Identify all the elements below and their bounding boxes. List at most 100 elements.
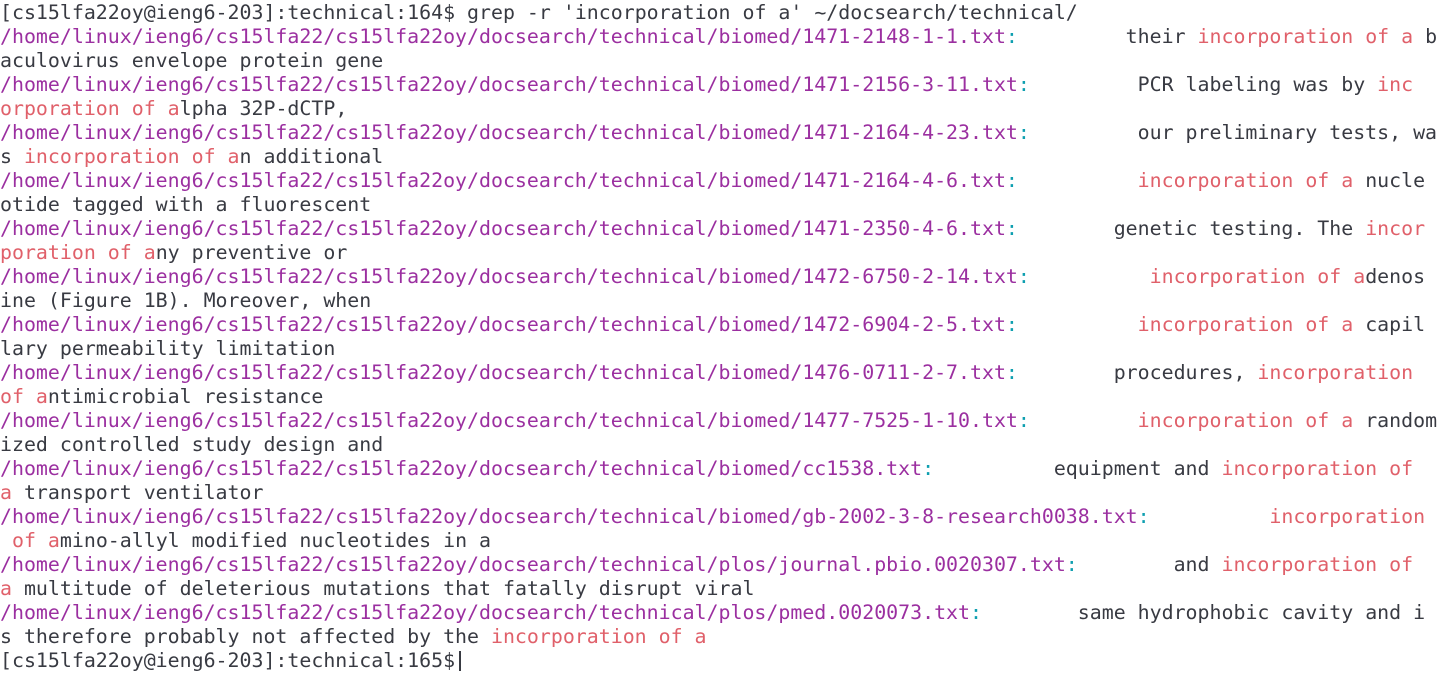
- path-separator: :: [1005, 313, 1018, 336]
- match-context-text: mino-allyl modified nucleotides in a: [59, 529, 491, 552]
- match-context-text: [1413, 457, 1425, 480]
- match-file-path: /home/linux/ieng6/cs15lfa22/cs15lfa22oy/…: [0, 505, 1138, 528]
- path-separator: :: [1005, 361, 1018, 384]
- match-context-text: ny preventive or: [155, 241, 348, 264]
- match-highlight: poration of a: [0, 241, 156, 264]
- match-highlight: incorporation: [1269, 505, 1426, 528]
- path-separator: :: [1017, 409, 1030, 432]
- match-context-text: multitude of deleterious mutations that …: [11, 577, 755, 600]
- match-highlight: incor: [1365, 217, 1426, 240]
- match-context-text: and: [1077, 553, 1222, 576]
- path-separator: :: [1137, 505, 1150, 528]
- match-highlight: incorporation of a: [1137, 169, 1354, 192]
- match-context-text: procedures,: [1017, 361, 1258, 384]
- match-highlight: incorporation of: [1221, 457, 1414, 480]
- match-highlight: incorporation of a: [1149, 265, 1366, 288]
- match-context-text: capil: [1353, 313, 1426, 336]
- match-context-text: lary permeability limitation: [0, 337, 336, 360]
- grep-results: /home/linux/ieng6/cs15lfa22/cs15lfa22oy/…: [0, 25, 1437, 649]
- match-context-text: [1030, 409, 1138, 432]
- match-context-text: s: [0, 145, 24, 168]
- match-highlight: incorporation of a: [1137, 313, 1354, 336]
- match-context-text: [1413, 361, 1425, 384]
- result-line-wrap: lary permeability limitation: [0, 337, 1437, 361]
- match-highlight: orporation of a: [0, 97, 180, 120]
- grep-command: grep -r 'incorporation of a' ~/docsearch…: [467, 1, 1078, 24]
- path-separator: :: [1005, 217, 1018, 240]
- match-file-path: /home/linux/ieng6/cs15lfa22/cs15lfa22oy/…: [0, 601, 970, 624]
- path-separator: :: [1065, 553, 1078, 576]
- match-context-text: otide tagged with a fluorescent: [0, 193, 372, 216]
- match-context-text: aculovirus envelope protein gene: [0, 49, 384, 72]
- path-separator: :: [1017, 121, 1030, 144]
- match-context-text: [1018, 169, 1138, 192]
- match-highlight: incorporation of a: [490, 625, 707, 648]
- shell-prompt: [cs15lfa22oy@ieng6-203]:technical:165$: [0, 649, 456, 672]
- match-highlight: inc: [1377, 73, 1414, 96]
- match-file-path: /home/linux/ieng6/cs15lfa22/cs15lfa22oy/…: [0, 265, 1018, 288]
- match-context-text: [1150, 505, 1270, 528]
- result-line-wrap: of amino-allyl modified nucleotides in a: [0, 529, 1437, 553]
- result-line: /home/linux/ieng6/cs15lfa22/cs15lfa22oy/…: [0, 313, 1437, 337]
- match-file-path: /home/linux/ieng6/cs15lfa22/cs15lfa22oy/…: [0, 553, 1066, 576]
- match-context-text: [1413, 553, 1425, 576]
- result-line-wrap: poration of any preventive or: [0, 241, 1437, 265]
- result-line: /home/linux/ieng6/cs15lfa22/cs15lfa22oy/…: [0, 73, 1437, 97]
- result-line-wrap: s incorporation of an additional: [0, 145, 1437, 169]
- path-separator: :: [970, 601, 982, 624]
- match-highlight: incorporation of a: [1197, 25, 1414, 48]
- match-context-text: equipment and: [934, 457, 1222, 480]
- match-file-path: /home/linux/ieng6/cs15lfa22/cs15lfa22oy/…: [0, 25, 1006, 48]
- text-cursor: [459, 651, 462, 671]
- result-line: /home/linux/ieng6/cs15lfa22/cs15lfa22oy/…: [0, 265, 1437, 289]
- match-context-text: ntimicrobial resistance: [47, 385, 324, 408]
- match-context-text: b: [1413, 25, 1437, 48]
- shell-prompt: [cs15lfa22oy@ieng6-203]:technical:164$: [0, 1, 468, 24]
- result-line: /home/linux/ieng6/cs15lfa22/cs15lfa22oy/…: [0, 25, 1437, 49]
- match-context-text: [1018, 313, 1138, 336]
- match-file-path: /home/linux/ieng6/cs15lfa22/cs15lfa22oy/…: [0, 121, 1018, 144]
- match-file-path: /home/linux/ieng6/cs15lfa22/cs15lfa22oy/…: [0, 169, 1006, 192]
- match-file-path: /home/linux/ieng6/cs15lfa22/cs15lfa22oy/…: [0, 361, 1006, 384]
- match-highlight: of a: [0, 385, 48, 408]
- result-line: /home/linux/ieng6/cs15lfa22/cs15lfa22oy/…: [0, 217, 1437, 241]
- path-separator: :: [1005, 169, 1018, 192]
- match-file-path: /home/linux/ieng6/cs15lfa22/cs15lfa22oy/…: [0, 457, 923, 480]
- result-line-wrap: otide tagged with a fluorescent: [0, 193, 1437, 217]
- match-highlight: a: [0, 481, 12, 504]
- terminal-window[interactable]: [cs15lfa22oy@ieng6-203]:technical:164$ g…: [0, 0, 1437, 681]
- match-highlight: incorporation of a: [1137, 409, 1354, 432]
- match-highlight: incorporation of: [1221, 553, 1414, 576]
- path-separator: :: [922, 457, 935, 480]
- match-file-path: /home/linux/ieng6/cs15lfa22/cs15lfa22oy/…: [0, 73, 1018, 96]
- final-prompt-line[interactable]: [cs15lfa22oy@ieng6-203]:technical:165$: [0, 649, 1437, 673]
- match-file-path: /home/linux/ieng6/cs15lfa22/cs15lfa22oy/…: [0, 313, 1006, 336]
- match-context-text: random: [1353, 409, 1437, 432]
- match-context-text: genetic testing. The: [1017, 217, 1366, 240]
- result-line: /home/linux/ieng6/cs15lfa22/cs15lfa22oy/…: [0, 361, 1437, 385]
- match-context-text: lpha 32P-dCTP,: [179, 97, 348, 120]
- match-highlight: incorporation of a: [23, 145, 240, 168]
- match-context-text: ine (Figure 1B). Moreover, when: [0, 289, 372, 312]
- match-context-text: transport ventilator: [11, 481, 264, 504]
- result-line-wrap: a multitude of deleterious mutations tha…: [0, 577, 1437, 601]
- result-line-wrap: ine (Figure 1B). Moreover, when: [0, 289, 1437, 313]
- result-line-wrap: a transport ventilator: [0, 481, 1437, 505]
- result-line-wrap: s therefore probably not affected by the…: [0, 625, 1437, 649]
- match-highlight: of a: [11, 529, 60, 552]
- match-context-text: [1030, 265, 1150, 288]
- path-separator: :: [1017, 73, 1030, 96]
- match-context-text: n additional: [239, 145, 384, 168]
- result-line: /home/linux/ieng6/cs15lfa22/cs15lfa22oy/…: [0, 553, 1437, 577]
- result-line: /home/linux/ieng6/cs15lfa22/cs15lfa22oy/…: [0, 169, 1437, 193]
- match-context-text: their: [1017, 25, 1198, 48]
- match-context-text: our preliminary tests, wa: [1029, 121, 1437, 144]
- match-context-text: nucle: [1353, 169, 1426, 192]
- match-context-text: same hydrophobic cavity and i: [981, 601, 1426, 624]
- result-line-wrap: of antimicrobial resistance: [0, 385, 1437, 409]
- match-file-path: /home/linux/ieng6/cs15lfa22/cs15lfa22oy/…: [0, 409, 1018, 432]
- match-highlight: incorporation: [1257, 361, 1414, 384]
- result-line-wrap: aculovirus envelope protein gene: [0, 49, 1437, 73]
- match-context-text: PCR labeling was by: [1029, 73, 1378, 96]
- path-separator: :: [1005, 25, 1018, 48]
